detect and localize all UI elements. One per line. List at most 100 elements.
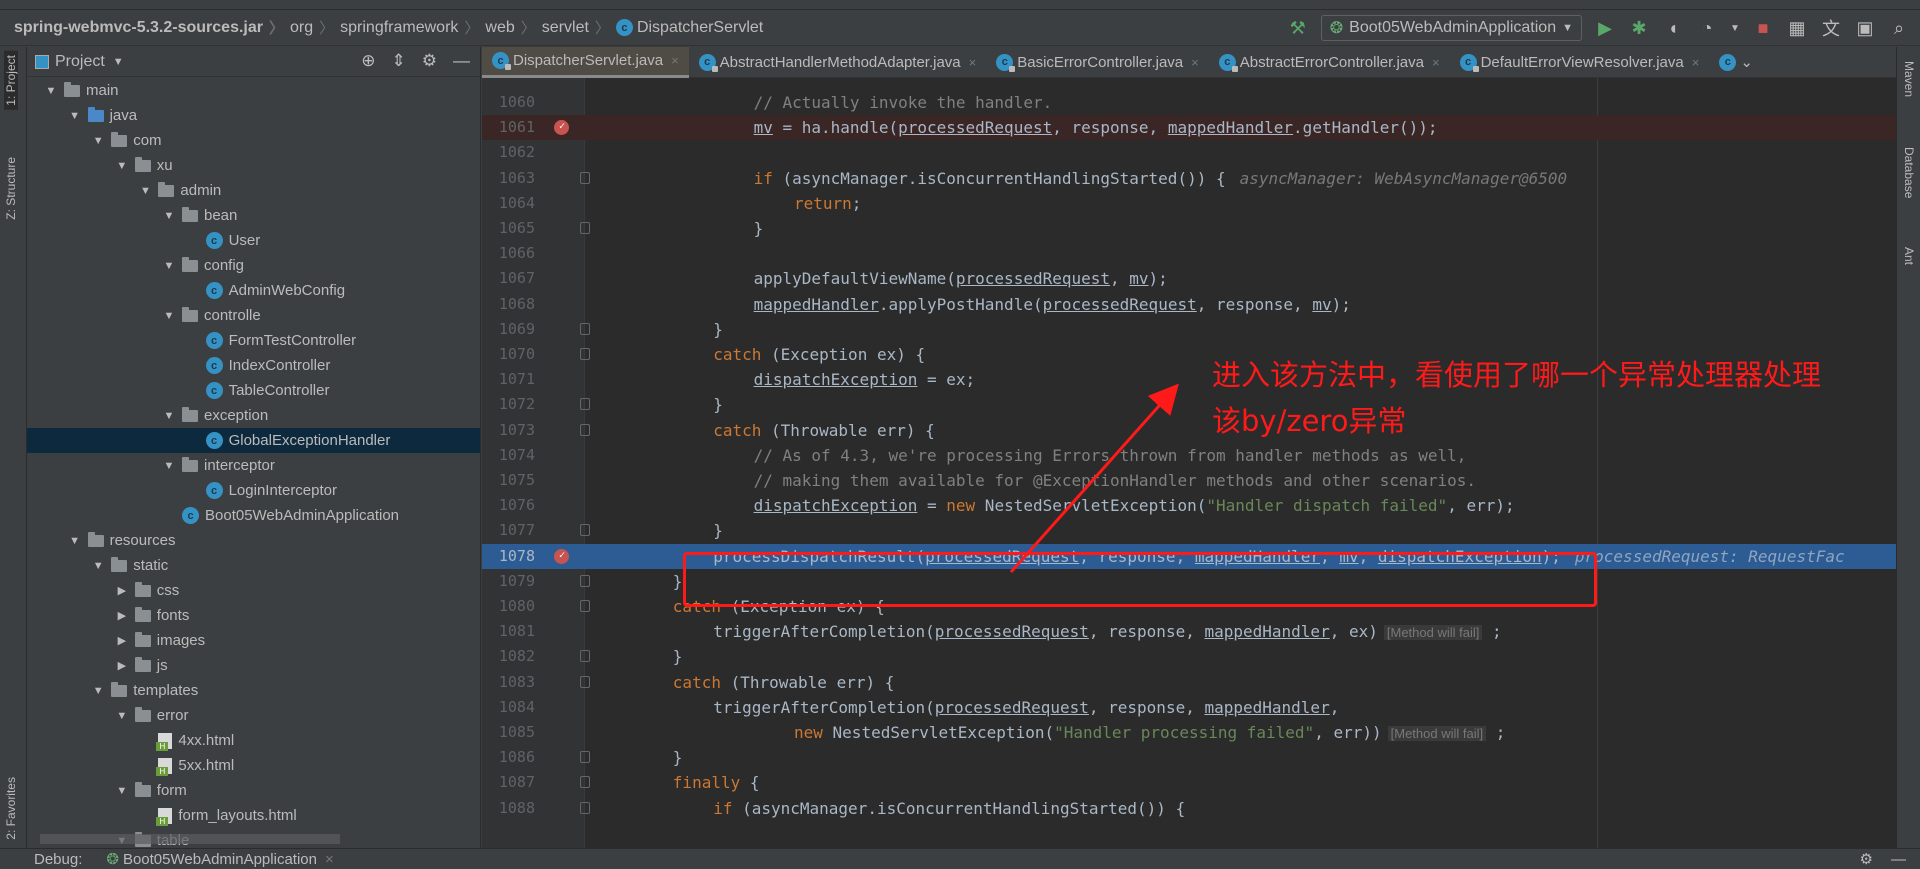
tree-item-xu[interactable]: ▼ xu (27, 153, 480, 178)
fold-marker-icon[interactable] (580, 801, 590, 814)
gear-icon[interactable]: ⚙ (422, 51, 437, 71)
hammer-icon[interactable]: ⚒ (1287, 18, 1309, 39)
tree-item-logininterceptor[interactable]: c LoginInterceptor (27, 478, 480, 503)
hide-icon[interactable]: — (1891, 851, 1906, 868)
code-line[interactable]: 1081 triggerAfterCompletion(processedRequ… (482, 619, 1896, 644)
chevron-down-icon[interactable]: ▼ (115, 160, 129, 172)
line-number[interactable]: 1066 (487, 241, 535, 266)
breadcrumb-item[interactable]: servlet 〉 (542, 17, 610, 38)
tab-basicerrorcontroller[interactable]: c BasicErrorController.java × (986, 47, 1209, 78)
fold-marker-icon[interactable] (580, 222, 590, 234)
line-number[interactable]: 1085 (487, 720, 535, 745)
chevron-right-icon[interactable]: ▶ (115, 659, 129, 672)
chevron-right-icon[interactable]: ▶ (115, 609, 129, 622)
line-number[interactable]: 1062 (487, 140, 535, 165)
tree-item-error[interactable]: ▼ error (27, 703, 480, 728)
tree-item-exception[interactable]: ▼ exception (27, 403, 480, 428)
tree-item-main[interactable]: ▼ main (27, 78, 480, 103)
code-line[interactable]: 1068 mappedHandler.applyPostHandle(proces… (482, 292, 1896, 317)
code-line[interactable]: 1060 // Actually invoke the handler. (482, 90, 1896, 115)
chevron-down-icon[interactable]: ▼ (162, 460, 176, 472)
code-line[interactable]: 1076 dispatchException = new NestedServle… (482, 493, 1896, 518)
line-number[interactable]: 1064 (487, 191, 535, 216)
fold-marker-icon[interactable] (580, 600, 590, 612)
line-number[interactable]: 1071 (487, 367, 535, 392)
collapse-all-icon[interactable]: ⇕ (392, 51, 406, 71)
tree-item-formtestcontroller[interactable]: c FormTestController (27, 328, 480, 353)
line-number[interactable]: 1067 (487, 266, 535, 291)
project-structure-icon[interactable]: ▦ (1786, 18, 1808, 39)
chevron-down-icon[interactable]: ▼ (138, 185, 152, 197)
code-line[interactable]: 1062 (482, 140, 1896, 165)
line-number[interactable]: 1075 (487, 468, 535, 493)
fold-marker-icon[interactable] (580, 751, 590, 764)
code-line[interactable]: 1083 catch (Throwable err) { (482, 670, 1896, 695)
chevron-down-icon[interactable]: ▼ (162, 210, 176, 222)
tab-defaulterrorviewresolver[interactable]: c DefaultErrorViewResolver.java × (1450, 47, 1710, 78)
line-number[interactable]: 1082 (487, 644, 535, 669)
profile-icon[interactable]: ◔ (1696, 18, 1718, 39)
close-icon[interactable]: × (325, 851, 334, 868)
coverage-icon[interactable]: ◖ (1662, 18, 1684, 39)
line-number[interactable]: 1076 (487, 493, 535, 518)
tree-item-interceptor[interactable]: ▼ interceptor (27, 453, 480, 478)
debug-icon[interactable]: ✱ (1628, 18, 1650, 39)
code-line[interactable]: 1082} (482, 644, 1896, 669)
tree-item-tablecontroller[interactable]: c TableController (27, 378, 480, 403)
database-tool-button[interactable]: Database (1902, 147, 1916, 198)
chevron-down-icon[interactable]: ▼ (1730, 23, 1740, 34)
run-icon[interactable]: ▶ (1594, 18, 1616, 39)
tree-item-static[interactable]: ▼ static (27, 553, 480, 578)
line-number[interactable]: 1072 (487, 392, 535, 417)
line-number[interactable]: 1068 (487, 292, 535, 317)
locate-icon[interactable]: ⊕ (361, 51, 375, 71)
chevron-down-icon[interactable]: ▼ (68, 110, 82, 122)
tree-item-java[interactable]: ▼ java (27, 103, 480, 128)
code-line[interactable]: 1061 mv = ha.handle(processedRequest, res… (482, 114, 1896, 141)
code-editor[interactable]: 1060 // Actually invoke the handler. 1061 m… (482, 78, 1896, 848)
code-line[interactable]: 1069} (482, 317, 1896, 342)
code-line[interactable]: 1063 if (asyncManager.isConcurrentHandlin… (482, 166, 1896, 191)
chevron-down-icon[interactable]: ▼ (162, 410, 176, 422)
more-tabs-button[interactable]: c ⌄ (1709, 47, 1763, 78)
code-line[interactable]: 1067 applyDefaultViewName(processedReques… (482, 266, 1896, 291)
tree-item-images[interactable]: ▶ images (27, 628, 480, 653)
tree-item-5xx-html[interactable]: 5xx.html (27, 753, 480, 778)
fold-marker-icon[interactable] (580, 322, 590, 335)
fold-marker-icon[interactable] (580, 524, 590, 537)
line-number[interactable]: 1077 (487, 518, 535, 543)
line-number[interactable]: 1060 (487, 90, 535, 115)
chevron-down-icon[interactable]: ▼ (115, 710, 129, 722)
chevron-right-icon[interactable]: ▶ (115, 584, 129, 597)
line-number[interactable]: 1083 (487, 670, 535, 695)
line-number[interactable]: 1081 (487, 619, 535, 644)
fold-marker-icon[interactable] (580, 171, 590, 184)
tree-item-4xx-html[interactable]: 4xx.html (27, 728, 480, 753)
code-line[interactable]: 1074 // As of 4.3, we're processing Error… (482, 443, 1896, 468)
line-number[interactable]: 1061 (487, 115, 535, 140)
search-icon[interactable]: ⌕ (1888, 18, 1910, 39)
chevron-down-icon[interactable]: ▼ (91, 135, 105, 147)
close-icon[interactable]: × (671, 53, 679, 68)
fold-marker-icon[interactable] (580, 423, 590, 436)
breadcrumb-item[interactable]: spring-webmvc-5.3.2-sources.jar 〉 (14, 17, 284, 38)
breakpoint-icon[interactable] (554, 543, 569, 568)
chevron-down-icon[interactable]: ▼ (162, 260, 176, 272)
tree-item-resources[interactable]: ▼ resources (27, 528, 480, 553)
tree-item-globalexceptionhandler[interactable]: c GlobalExceptionHandler (27, 428, 480, 453)
tree-item-user[interactable]: c User (27, 228, 480, 253)
favorites-tool-button[interactable]: 2: Favorites (4, 777, 18, 840)
close-icon[interactable]: × (1432, 55, 1440, 70)
tree-item-bean[interactable]: ▼ bean (27, 203, 480, 228)
code-line[interactable]: 1086} (482, 745, 1896, 770)
breadcrumb-item[interactable]: org 〉 (290, 17, 334, 38)
chevron-down-icon[interactable]: ▼ (162, 310, 176, 322)
chevron-right-icon[interactable]: ▶ (115, 634, 129, 647)
chevron-down-icon[interactable]: ▼ (113, 56, 124, 68)
tree-item-indexcontroller[interactable]: c IndexController (27, 353, 480, 378)
tree-item-boot05webadminapplication[interactable]: c Boot05WebAdminApplication (27, 503, 480, 528)
fold-marker-icon[interactable] (580, 574, 590, 587)
breadcrumb-item[interactable]: web 〉 (485, 17, 535, 38)
translate-icon[interactable]: 文 (1820, 15, 1842, 41)
terminal-icon[interactable]: ▣ (1854, 18, 1876, 39)
